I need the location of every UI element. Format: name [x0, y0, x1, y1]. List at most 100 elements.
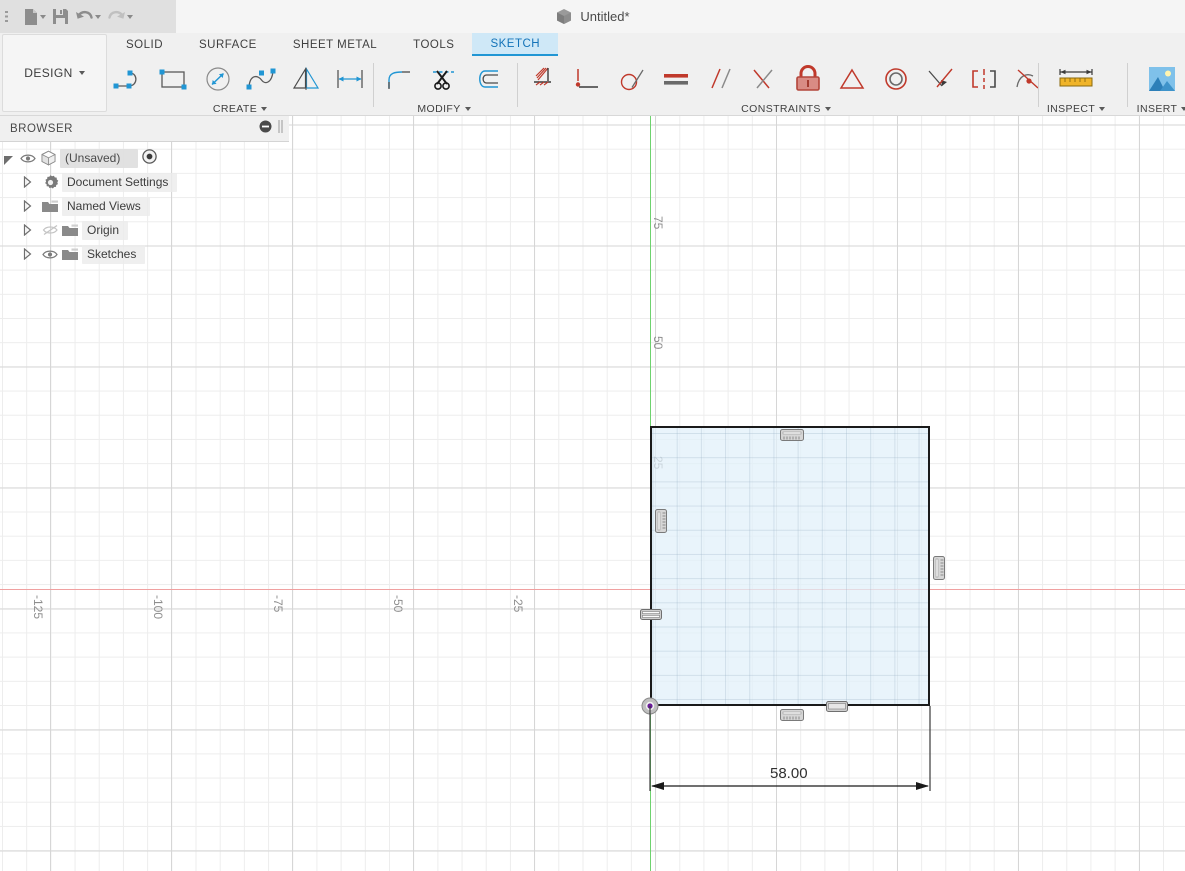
sketch-rectangle-profile[interactable]: [650, 426, 930, 706]
redo-icon[interactable]: [104, 2, 136, 32]
chevron-down-icon: [1099, 106, 1106, 111]
x-axis-line: [0, 589, 1185, 590]
concentric-icon[interactable]: [874, 57, 918, 101]
browser-header: BROWSER: [0, 116, 289, 142]
gear-icon: [40, 174, 60, 191]
horizontal-constraint-icon[interactable]: [780, 428, 804, 446]
trim-icon[interactable]: [422, 57, 466, 101]
modify-group-label: MODIFY: [417, 102, 461, 115]
tree-item-label: Named Views: [62, 196, 150, 216]
perpendicular-icon[interactable]: [742, 57, 786, 101]
offset-icon[interactable]: [466, 57, 510, 101]
folder-icon: [60, 247, 80, 262]
tree-item-origin[interactable]: Origin: [0, 218, 281, 242]
line-icon[interactable]: [108, 57, 152, 101]
browser-panel: BROWSER (Unsaved) Document Settings Name…: [0, 116, 289, 266]
insert-group-dropdown[interactable]: INSERT: [1137, 101, 1185, 116]
sketch-profile-grid: [652, 428, 928, 704]
dimension-value-label[interactable]: 58.00: [770, 765, 808, 782]
new-file-icon[interactable]: [21, 2, 49, 32]
new-file-dropdown-caret[interactable]: [40, 14, 46, 19]
coincident-icon[interactable]: [566, 57, 610, 101]
rectangle-icon[interactable]: [152, 57, 196, 101]
y-tick-label: 50: [651, 336, 665, 350]
symmetry-icon[interactable]: [962, 57, 1006, 101]
eye-icon[interactable]: [18, 153, 38, 164]
chevron-down-icon: [464, 106, 471, 111]
chevron-down-icon: [824, 106, 831, 111]
x-tick-label: -50: [391, 595, 405, 613]
expand-triangle-closed-icon[interactable]: [20, 200, 34, 212]
tab-sketch[interactable]: SKETCH: [472, 33, 559, 56]
linear-dimension[interactable]: [645, 704, 945, 799]
fix-lock-icon[interactable]: [786, 57, 830, 101]
circle-icon[interactable]: [196, 57, 240, 101]
quick-access-toolbar: [0, 0, 176, 33]
save-icon[interactable]: [49, 2, 72, 32]
app-menu-icon[interactable]: [2, 2, 21, 32]
ground-icon[interactable]: [522, 57, 566, 101]
expand-triangle-closed-icon[interactable]: [20, 248, 34, 260]
tab-solid[interactable]: SOLID: [108, 33, 181, 56]
undo-icon[interactable]: [72, 2, 104, 32]
expand-triangle-closed-icon[interactable]: [20, 176, 34, 188]
tab-sheet-metal[interactable]: SHEET METAL: [275, 33, 395, 56]
expand-triangle-open-icon[interactable]: [4, 155, 13, 165]
curvature-icon[interactable]: [1006, 57, 1050, 101]
x-tick-label: -125: [31, 595, 45, 620]
eye-icon[interactable]: [40, 249, 60, 260]
eye-hidden-icon[interactable]: [40, 224, 60, 236]
tab-surface[interactable]: SURFACE: [181, 33, 275, 56]
sketch-dimension-icon[interactable]: [328, 57, 372, 101]
tangent-icon[interactable]: [610, 57, 654, 101]
tab-surface-label: SURFACE: [199, 38, 257, 51]
modify-group-dropdown[interactable]: MODIFY: [417, 101, 471, 116]
x-tick-label: -25: [511, 595, 525, 613]
fillet-icon[interactable]: [378, 57, 422, 101]
document-title: Untitled*: [580, 9, 630, 24]
x-tick-label: -75: [271, 595, 285, 613]
y-tick-label: 75: [651, 216, 665, 230]
mirror-icon[interactable]: [284, 57, 328, 101]
tab-tools[interactable]: TOOLS: [395, 33, 472, 56]
ribbon-group-create: CREATE: [108, 57, 372, 116]
vertical-constraint-icon[interactable]: [655, 509, 667, 538]
title-bar: Untitled*: [0, 0, 1185, 33]
browser-title: BROWSER: [10, 122, 73, 135]
parallel-icon[interactable]: [698, 57, 742, 101]
create-group-label: CREATE: [212, 102, 258, 115]
ribbon-group-inspect: INSPECT: [1046, 57, 1106, 116]
measure-ruler-icon[interactable]: [1046, 57, 1106, 101]
tree-item-named-views[interactable]: Named Views: [0, 194, 281, 218]
equal-icon[interactable]: [654, 57, 698, 101]
ribbon-group-constraints: CONSTRAINTS: [522, 57, 1050, 116]
inspect-group-label: INSPECT: [1046, 102, 1096, 115]
tree-item-document-settings[interactable]: Document Settings: [0, 170, 281, 194]
insert-image-icon[interactable]: [1134, 57, 1185, 101]
browser-header-controls: [259, 116, 283, 142]
ribbon-separator: [373, 63, 374, 107]
collapse-icon[interactable]: [259, 120, 272, 138]
tree-item-unsaved[interactable]: (Unsaved): [0, 146, 281, 170]
undo-dropdown-caret[interactable]: [95, 14, 101, 19]
radio-target-icon[interactable]: [142, 149, 158, 167]
ribbon-separator: [1127, 63, 1128, 107]
vertical-constraint-icon[interactable]: [933, 556, 945, 585]
spline-icon[interactable]: [240, 57, 284, 101]
workspace-switcher[interactable]: DESIGN: [2, 34, 107, 112]
inspect-group-dropdown[interactable]: INSPECT: [1046, 101, 1106, 116]
tree-item-label: (Unsaved): [60, 148, 139, 168]
document-cube-icon: [557, 9, 572, 24]
document-title-area: Untitled*: [0, 0, 1185, 33]
ribbon-tool-area: CREATE MODIFY CONSTRAINTS INSPECT INSERT: [108, 57, 1185, 116]
expand-triangle-closed-icon[interactable]: [20, 224, 34, 236]
panel-resize-handle[interactable]: [278, 119, 283, 139]
create-group-dropdown[interactable]: CREATE: [212, 101, 268, 116]
redo-dropdown-caret[interactable]: [127, 14, 133, 19]
ribbon-group-insert: INSERT: [1134, 57, 1185, 116]
constraints-group-dropdown[interactable]: CONSTRAINTS: [741, 101, 831, 116]
collinear-icon[interactable]: [918, 57, 962, 101]
tree-item-sketches[interactable]: Sketches: [0, 242, 281, 266]
midpoint-icon[interactable]: [830, 57, 874, 101]
coincident-constraint-icon[interactable]: [640, 607, 662, 625]
